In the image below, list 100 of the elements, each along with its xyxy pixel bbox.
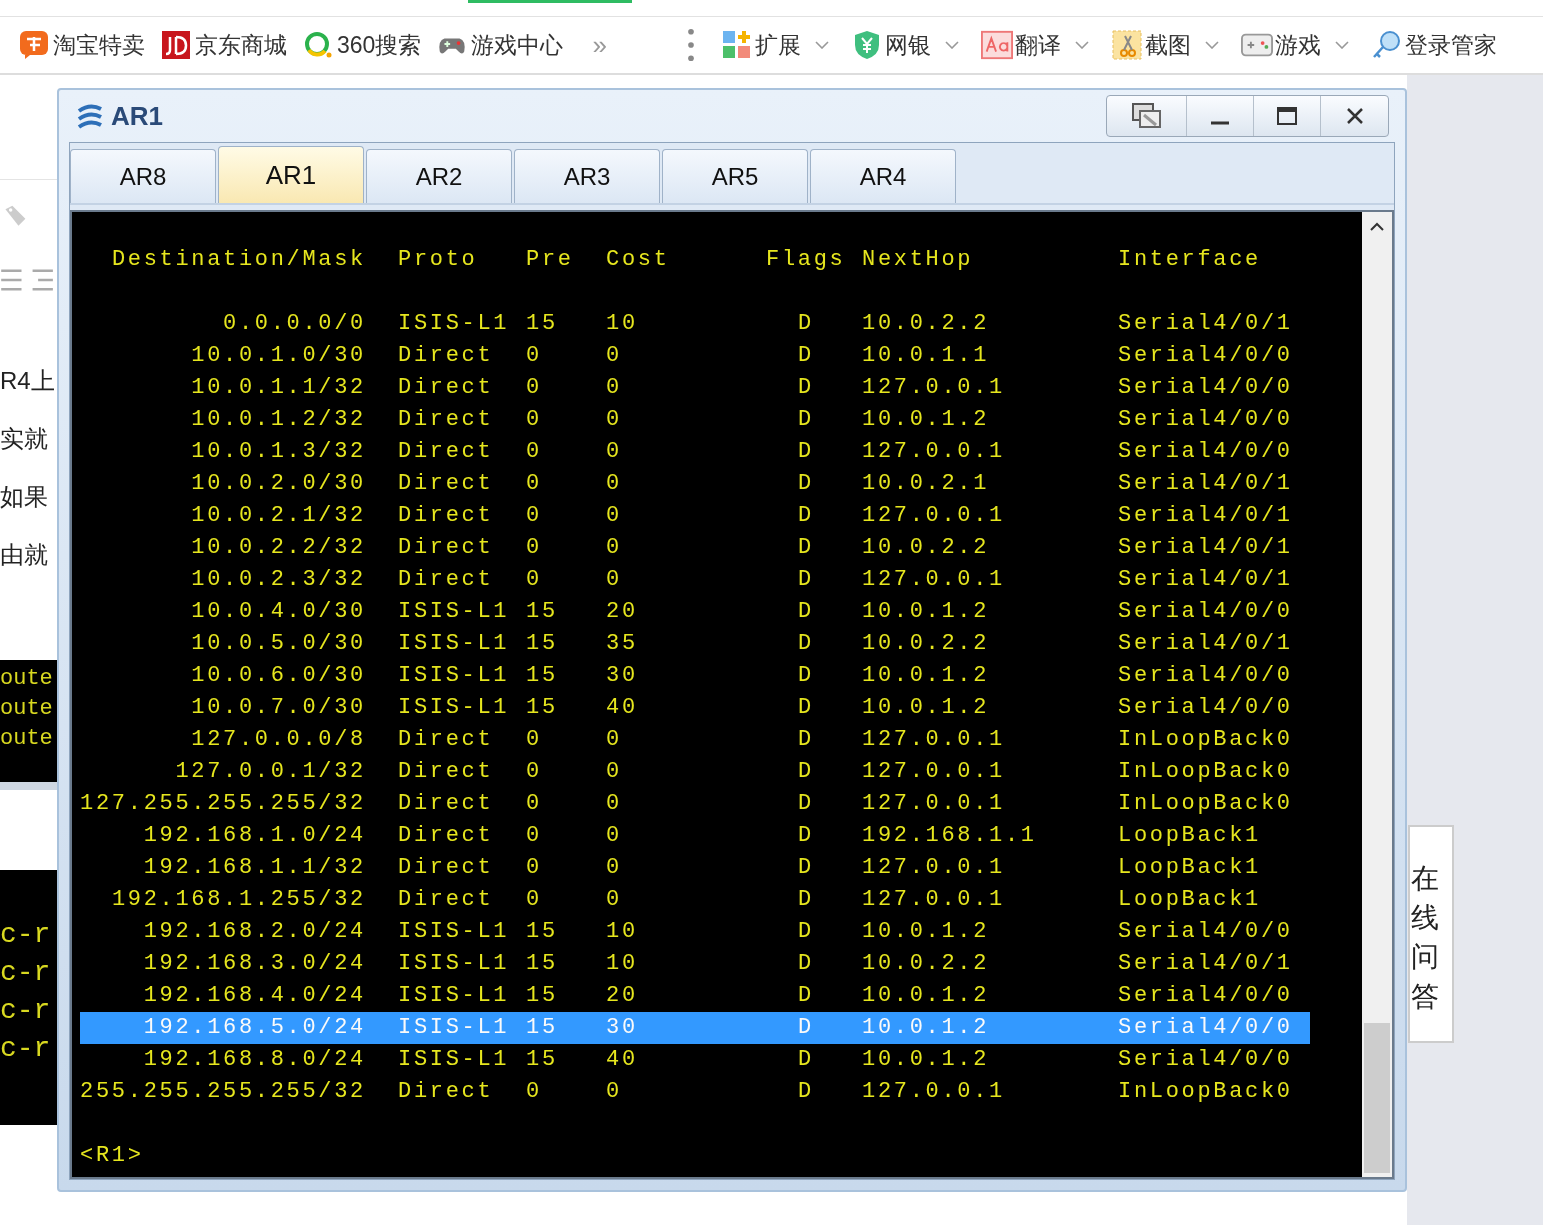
destination-cell-text: 127.255.255.255/32 [80, 790, 367, 818]
preference-cell-text: 0 [526, 758, 543, 786]
scrollbar-thumb[interactable] [1364, 1023, 1390, 1173]
chevron-down-icon [1334, 41, 1349, 49]
destination-cell-text: 10.0.2.1/32 [190, 502, 367, 530]
next-hop-cell-text: 10.0.1.2 [862, 694, 991, 722]
text-align-icon[interactable] [0, 268, 55, 292]
preference-cell-text: 15 [526, 982, 559, 1010]
next-hop-cell-text: 10.0.1.1 [862, 342, 991, 370]
vertical-dots-icon[interactable] [686, 28, 695, 62]
cost-cell-text: 0 [606, 374, 623, 402]
code-text: oute [0, 725, 54, 753]
flags-cell-text: D [797, 406, 815, 434]
bookmark-link[interactable]: 游戏中心 [436, 29, 564, 61]
next-hop-cell-text: 10.0.2.2 [862, 630, 991, 658]
cost-cell-text: 0 [606, 502, 623, 530]
interface-cell-text: Serial4/0/0 [1118, 374, 1294, 402]
preference-cell-text: 0 [526, 406, 543, 434]
protocol-cell-text: ISIS-L1 [398, 1014, 511, 1042]
flags-cell-text: D [797, 982, 815, 1010]
toolbar-menu-button[interactable]: 网银 [850, 29, 959, 61]
cost-cell-text: 0 [606, 438, 623, 466]
cost-cell-text: 0 [606, 726, 623, 754]
cost-cell-text: 10 [606, 950, 639, 978]
protocol-cell-text: Direct [398, 502, 495, 530]
device-tab[interactable]: AR5 [662, 149, 808, 203]
interface-cell-text: Serial4/0/0 [1118, 438, 1294, 466]
destination-cell-text: 10.0.1.2/32 [190, 406, 367, 434]
device-tab[interactable]: AR2 [366, 149, 512, 203]
destination-cell-text: 192.168.1.255/32 [110, 886, 367, 914]
interface-cell-text: Serial4/0/1 [1118, 630, 1294, 658]
bookmark-link[interactable]: 360搜索 [302, 29, 422, 61]
device-tab[interactable]: AR4 [810, 149, 956, 203]
destination-cell-text: 10.0.6.0/30 [190, 662, 367, 690]
interface-cell-text: Serial4/0/1 [1118, 534, 1294, 562]
protocol-cell-text: Direct [398, 374, 495, 402]
protocol-cell-text: Direct [398, 342, 495, 370]
bookmark-link[interactable]: 京东商城 [160, 29, 287, 61]
flags-cell-text: D [797, 630, 815, 658]
protocol-cell-text: ISIS-L1 [398, 982, 511, 1010]
interface-cell-text: Serial4/0/0 [1118, 598, 1294, 626]
toolbar-menu-button[interactable]: 扩展 [720, 29, 829, 61]
interface-cell-text: Serial4/0/1 [1118, 310, 1294, 338]
interface-cell-text: Serial4/0/1 [1118, 502, 1294, 530]
online-qa-tab[interactable]: 在线问答 [1408, 825, 1454, 1043]
protocol-cell-text: Direct [398, 470, 495, 498]
scroll-up-icon[interactable] [1369, 222, 1385, 232]
interface-cell-text: Serial4/0/0 [1118, 694, 1294, 722]
destination-cell-text: 192.168.4.0/24 [142, 982, 367, 1010]
flags-cell-text: D [797, 1078, 815, 1106]
next-hop-cell-text: 127.0.0.1 [862, 886, 1006, 914]
flags-cell-text: D [797, 342, 815, 370]
translate-icon [980, 30, 1013, 60]
next-hop-cell-text: 10.0.1.2 [862, 662, 991, 690]
next-hop-cell-text: 10.0.2.2 [862, 534, 991, 562]
column-header: NextHop [862, 246, 975, 274]
key-icon [1370, 30, 1403, 60]
toolbar-menu-button[interactable]: 截图 [1110, 29, 1219, 61]
preference-cell-text: 15 [526, 310, 559, 338]
flags-cell-text: D [797, 438, 815, 466]
preference-cell-text: 15 [526, 918, 559, 946]
protocol-cell-text: Direct [398, 406, 495, 434]
bookmark-link[interactable]: 淘宝特卖 [18, 29, 145, 61]
destination-cell-text: 10.0.4.0/30 [190, 598, 367, 626]
destination-cell-text: 192.168.8.0/24 [142, 1046, 367, 1074]
protocol-cell-text: ISIS-L1 [398, 598, 511, 626]
device-tab[interactable]: AR3 [514, 149, 660, 203]
next-hop-cell-text: 127.0.0.1 [862, 726, 1006, 754]
toolbar-menu-button[interactable]: 翻译 [980, 29, 1089, 61]
chevron-down-icon [1204, 41, 1219, 49]
device-tab[interactable]: AR8 [70, 149, 216, 203]
toolbar-menu-button[interactable]: 游戏 [1240, 29, 1349, 61]
cost-cell-text: 0 [606, 342, 623, 370]
destination-cell-text: 10.0.2.3/32 [190, 566, 367, 594]
preference-cell-text: 0 [526, 438, 543, 466]
protocol-cell-text: ISIS-L1 [398, 662, 511, 690]
protocol-cell-text: Direct [398, 886, 495, 914]
device-tab[interactable]: AR1 [218, 146, 364, 203]
ring-icon [302, 30, 334, 60]
flags-cell-text: D [797, 470, 815, 498]
flags-cell-text: D [797, 694, 815, 722]
login-manager-button[interactable]: 登录管家 [1370, 29, 1497, 61]
code-text: c-r [0, 1032, 52, 1066]
next-hop-cell-text: 10.0.1.2 [862, 598, 991, 626]
next-hop-cell-text: 10.0.1.2 [862, 406, 991, 434]
preference-cell-text: 15 [526, 694, 559, 722]
protocol-cell-text: Direct [398, 854, 495, 882]
next-hop-cell-text: 127.0.0.1 [862, 1078, 1006, 1106]
preference-cell-text: 0 [526, 822, 543, 850]
cost-cell-text: 0 [606, 790, 623, 818]
cost-cell-text: 20 [606, 982, 639, 1010]
preference-cell-text: 15 [526, 662, 559, 690]
cost-cell-text: 40 [606, 694, 639, 722]
destination-cell-text: 255.255.255.255/32 [80, 1078, 367, 1106]
flags-cell-text: D [797, 662, 815, 690]
preference-cell-text: 15 [526, 1046, 559, 1074]
scrollbar[interactable] [1362, 212, 1392, 1177]
cost-cell-text: 10 [606, 310, 639, 338]
preference-cell-text: 15 [526, 598, 559, 626]
cost-cell-text: 40 [606, 1046, 639, 1074]
